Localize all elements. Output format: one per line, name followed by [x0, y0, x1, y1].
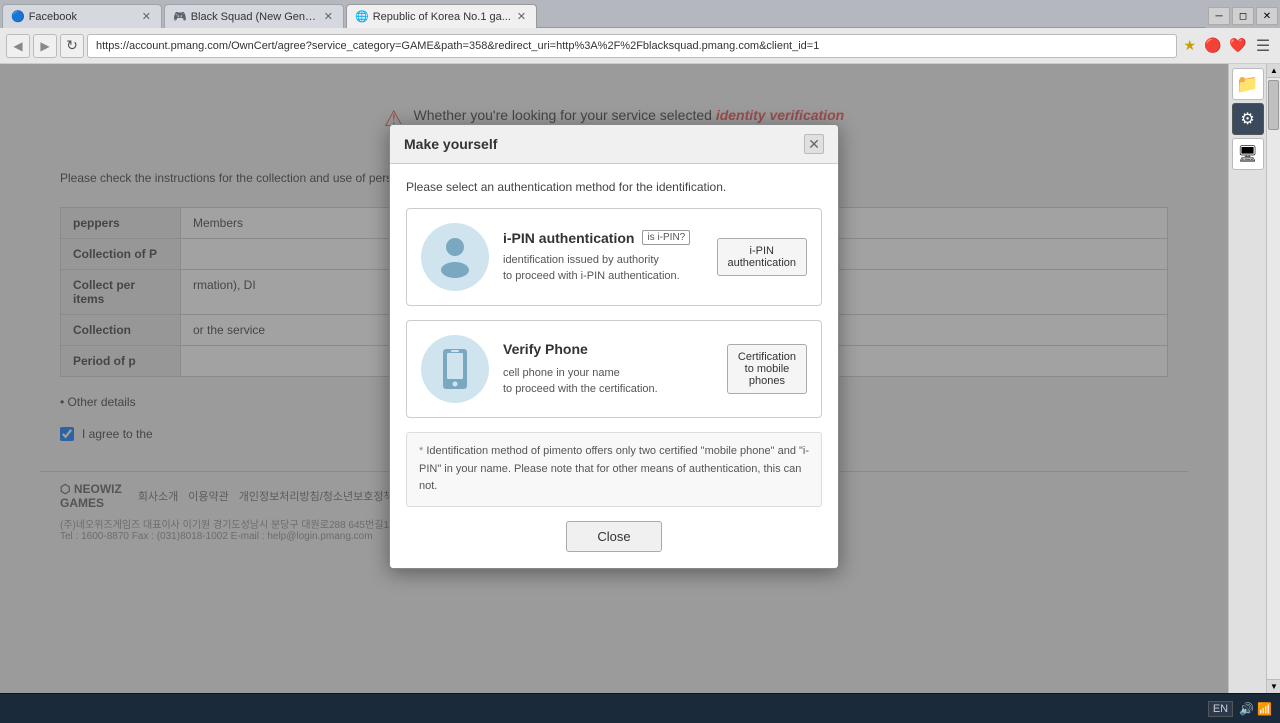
ipin-title-row: i-PIN authentication is i-PIN?	[503, 230, 703, 246]
phone-title-row: Verify Phone	[503, 341, 713, 359]
restore-button[interactable]: ◻	[1232, 7, 1254, 25]
tray-icon-1[interactable]: 🔊	[1239, 702, 1254, 716]
scroll-down-arrow[interactable]: ▼	[1267, 679, 1280, 693]
language-indicator[interactable]: EN	[1208, 701, 1233, 717]
system-tray: EN 🔊 📶	[1208, 701, 1272, 717]
phone-option: Verify Phone cell phone in your name to …	[406, 320, 822, 418]
tab-facebook[interactable]: 🔵 Facebook ✕	[2, 4, 162, 28]
modal-overlay[interactable]: Make yourself ✕ Please select an authent…	[0, 64, 1228, 693]
window-controls: ─ ◻ ✕	[1206, 4, 1278, 28]
tab-favicon-pmang: 🌐	[355, 10, 369, 23]
phone-icon-container	[421, 335, 489, 403]
sidebar-item-steam[interactable]: ⚙	[1232, 103, 1264, 135]
ipin-auth-button[interactable]: i-PIN authentication	[717, 238, 808, 276]
modal-footer: Close	[406, 521, 822, 552]
phone-name: Verify Phone	[503, 341, 588, 357]
addon-icon-1[interactable]: 🔴	[1202, 35, 1224, 57]
ipin-info: i-PIN authentication is i-PIN? identific…	[503, 230, 703, 285]
modal-close-button[interactable]: ✕	[804, 134, 824, 154]
bookmark-icon[interactable]: ★	[1180, 37, 1199, 54]
modal-title: Make yourself	[404, 136, 497, 152]
sidebar-item-window[interactable]: 🖥	[1232, 138, 1264, 170]
tab-pmang[interactable]: 🌐 Republic of Korea No.1 ga... ✕	[346, 4, 537, 28]
nav-bar: ◀ ▶ ↻ ★ 🔴 ❤️ ☰	[0, 28, 1280, 64]
scroll-thumb[interactable]	[1268, 80, 1279, 130]
tab-blacksquad[interactable]: 🎮 Black Squad (New Genera... ✕	[164, 4, 344, 28]
ipin-name: i-PIN authentication	[503, 230, 634, 246]
modal-note: * Identification method of pimento offer…	[406, 432, 822, 507]
modal-close-bottom-button[interactable]: Close	[566, 521, 661, 552]
tab-title-blacksquad: Black Squad (New Genera...	[191, 11, 318, 23]
tab-favicon-blacksquad: 🎮	[173, 10, 187, 23]
modal: Make yourself ✕ Please select an authent…	[389, 124, 839, 569]
close-window-button[interactable]: ✕	[1256, 7, 1278, 25]
minimize-button[interactable]: ─	[1208, 7, 1230, 25]
modal-header: Make yourself ✕	[390, 125, 838, 164]
tab-favicon-facebook: 🔵	[11, 10, 25, 23]
address-bar[interactable]	[87, 34, 1177, 58]
mobile-cert-button[interactable]: Certification to mobile phones	[727, 344, 807, 394]
ipin-desc-1: identification issued by authority	[503, 252, 703, 269]
forward-button[interactable]: ▶	[33, 34, 57, 58]
phone-desc-2: to proceed with the certification.	[503, 381, 713, 398]
right-sidebar: 📁 ⚙ 🖥	[1228, 64, 1266, 693]
note-text: Identification method of pimento offers …	[419, 445, 809, 492]
modal-body: Please select an authentication method f…	[390, 164, 838, 568]
ipin-badge: is i-PIN?	[642, 230, 690, 245]
tab-title-facebook: Facebook	[29, 11, 136, 23]
ipin-option: i-PIN authentication is i-PIN? identific…	[406, 208, 822, 306]
browser-window: 🔵 Facebook ✕ 🎮 Black Squad (New Genera..…	[0, 0, 1280, 723]
person-icon	[436, 236, 474, 278]
scrollbar: ▲ ▼	[1266, 64, 1280, 693]
tray-icons: 🔊 📶	[1239, 702, 1272, 716]
phone-info: Verify Phone cell phone in your name to …	[503, 341, 713, 398]
addon-icon-2[interactable]: ❤️	[1227, 35, 1249, 57]
tab-bar: 🔵 Facebook ✕ 🎮 Black Squad (New Genera..…	[0, 0, 1280, 28]
refresh-button[interactable]: ↻	[60, 34, 84, 58]
taskbar: EN 🔊 📶	[0, 693, 1280, 723]
tab-close-facebook[interactable]: ✕	[140, 10, 153, 23]
scroll-track	[1267, 78, 1280, 679]
tab-close-pmang[interactable]: ✕	[515, 10, 528, 23]
modal-subtitle: Please select an authentication method f…	[406, 180, 822, 194]
tray-icon-2[interactable]: 📶	[1257, 702, 1272, 716]
back-button[interactable]: ◀	[6, 34, 30, 58]
menu-icon[interactable]: ☰	[1252, 35, 1274, 57]
ipin-desc-2: to proceed with i-PIN authentication.	[503, 268, 703, 285]
page-area: ⚠ Whether you're looking for your servic…	[0, 64, 1228, 693]
sidebar-item-folder[interactable]: 📁	[1232, 68, 1264, 100]
phone-desc-1: cell phone in your name	[503, 365, 713, 382]
tab-close-blacksquad[interactable]: ✕	[322, 10, 335, 23]
phone-icon	[437, 347, 473, 391]
scroll-up-arrow[interactable]: ▲	[1267, 64, 1280, 78]
tab-title-pmang: Republic of Korea No.1 ga...	[373, 11, 511, 23]
main-area: ⚠ Whether you're looking for your servic…	[0, 64, 1280, 693]
ipin-icon	[421, 223, 489, 291]
